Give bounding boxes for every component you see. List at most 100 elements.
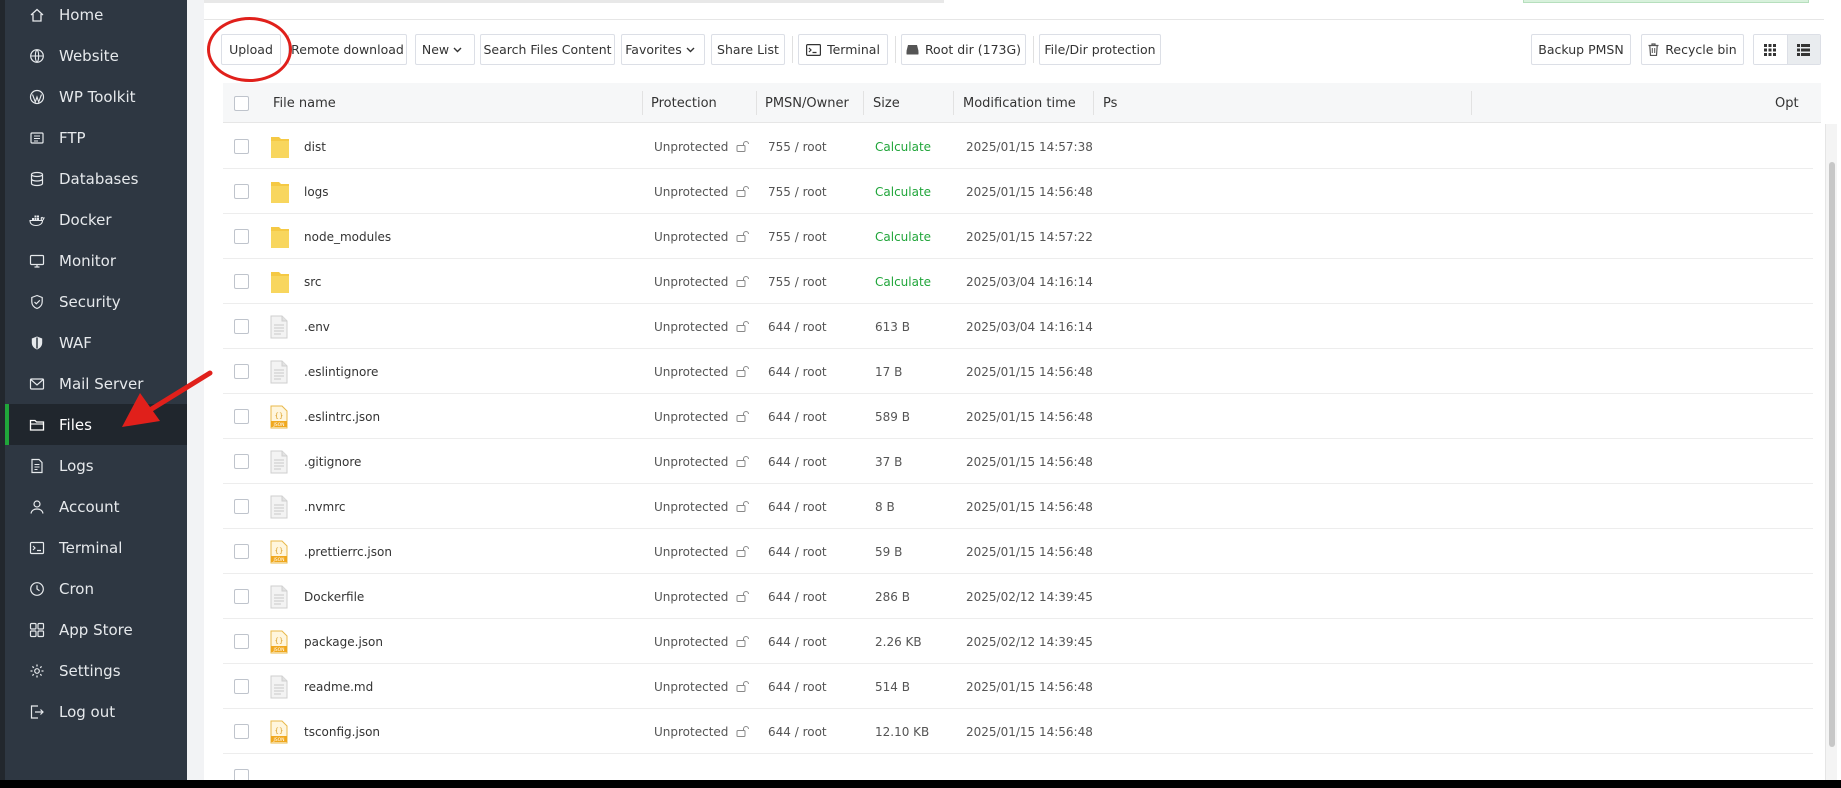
root-dir-button[interactable]: Root dir (173G): [901, 34, 1026, 65]
file-name-link[interactable]: tsconfig.json: [304, 709, 380, 754]
row-checkbox[interactable]: [234, 259, 249, 304]
sidebar-item-terminal[interactable]: Terminal: [5, 527, 187, 568]
table-row[interactable]: src Unprotected 755 / root Calculate 2025/03…: [223, 259, 1813, 304]
header-owner[interactable]: PMSN/Owner: [765, 83, 849, 123]
header-modification-time[interactable]: Modification time: [963, 83, 1076, 123]
file-name-link[interactable]: .nvmrc: [304, 484, 345, 529]
backup-button[interactable]: Backup PMSN: [1531, 34, 1631, 65]
table-row[interactable]: {} JSON package.json Unprotected 644 / root 2…: [223, 619, 1813, 664]
row-checkbox[interactable]: [234, 619, 249, 664]
permission-owner[interactable]: 644 / root: [768, 574, 827, 619]
sidebar-item-cron[interactable]: Cron: [5, 568, 187, 609]
permission-owner[interactable]: 644 / root: [768, 394, 827, 439]
file-name-link[interactable]: .gitignore: [304, 439, 361, 484]
terminal-button[interactable]: Terminal: [798, 34, 888, 65]
permission-owner[interactable]: 644 / root: [768, 529, 827, 574]
new-dropdown-button[interactable]: New: [415, 34, 475, 65]
protection-status[interactable]: Unprotected: [654, 259, 750, 304]
row-checkbox[interactable]: [234, 124, 249, 169]
sidebar-item-app-store[interactable]: App Store: [5, 609, 187, 650]
sidebar-item-monitor[interactable]: Monitor: [5, 240, 187, 281]
protection-status[interactable]: Unprotected: [654, 214, 750, 259]
row-checkbox[interactable]: [234, 439, 249, 484]
row-checkbox[interactable]: [234, 709, 249, 754]
sidebar-item-ftp[interactable]: FTP: [5, 117, 187, 158]
sidebar-item-files[interactable]: Files: [5, 404, 187, 445]
file-size[interactable]: Calculate: [875, 169, 931, 214]
row-checkbox[interactable]: [234, 169, 249, 214]
sidebar-item-account[interactable]: Account: [5, 486, 187, 527]
remote-download-button[interactable]: Remote download: [288, 34, 407, 65]
permission-owner[interactable]: 644 / root: [768, 304, 827, 349]
select-all-checkbox[interactable]: [234, 83, 249, 123]
sidebar-item-settings[interactable]: Settings: [5, 650, 187, 691]
file-name-link[interactable]: package.json: [304, 619, 383, 664]
header-size[interactable]: Size: [873, 83, 900, 123]
permission-owner[interactable]: 755 / root: [768, 259, 827, 304]
sidebar-item-website[interactable]: Website: [5, 35, 187, 76]
file-size[interactable]: Calculate: [875, 214, 931, 259]
path-bar[interactable]: [204, 0, 944, 3]
permission-owner[interactable]: 644 / root: [768, 484, 827, 529]
row-checkbox[interactable]: [234, 529, 249, 574]
table-row[interactable]: dist Unprotected 755 / root Calculate 2025/0…: [223, 124, 1813, 169]
table-row[interactable]: .nvmrc Unprotected 644 / root 8 B 2025/01/15…: [223, 484, 1813, 529]
table-row[interactable]: readme.md Unprotected 644 / root 514 B 2025/…: [223, 664, 1813, 709]
list-view-icon[interactable]: [1786, 35, 1820, 64]
permission-owner[interactable]: 755 / root: [768, 169, 827, 214]
protection-status[interactable]: Unprotected: [654, 169, 750, 214]
share-list-button[interactable]: Share List: [711, 34, 785, 65]
search-files-content-button[interactable]: Search Files Content: [480, 34, 615, 65]
scrollbar-thumb[interactable]: [1829, 162, 1835, 747]
file-name-link[interactable]: .prettierrc.json: [304, 529, 392, 574]
permission-owner[interactable]: 644 / root: [768, 709, 827, 754]
search-bar[interactable]: [1523, 0, 1809, 3]
row-checkbox[interactable]: [234, 394, 249, 439]
header-file-name[interactable]: File name: [273, 83, 336, 123]
protection-status[interactable]: Unprotected: [654, 124, 750, 169]
row-checkbox[interactable]: [234, 349, 249, 394]
sidebar-item-databases[interactable]: Databases: [5, 158, 187, 199]
file-name-link[interactable]: logs: [304, 169, 329, 214]
permission-owner[interactable]: 644 / root: [768, 664, 827, 709]
table-row[interactable]: node_modules Unprotected 755 / root Calcula…: [223, 214, 1813, 259]
row-checkbox[interactable]: [234, 664, 249, 709]
sidebar-item-log-out[interactable]: Log out: [5, 691, 187, 732]
protection-status[interactable]: Unprotected: [654, 439, 750, 484]
file-name-link[interactable]: src: [304, 259, 322, 304]
file-name-link[interactable]: node_modules: [304, 214, 391, 259]
grid-view-icon[interactable]: [1754, 35, 1787, 64]
sidebar-item-logs[interactable]: Logs: [5, 445, 187, 486]
file-size[interactable]: Calculate: [875, 124, 931, 169]
protection-status[interactable]: Unprotected: [654, 304, 750, 349]
sidebar-item-security[interactable]: Security: [5, 281, 187, 322]
row-checkbox[interactable]: [234, 484, 249, 529]
file-name-link[interactable]: .eslintrc.json: [304, 394, 380, 439]
table-row[interactable]: .env Unprotected 644 / root 613 B 2025/03/04…: [223, 304, 1813, 349]
table-row[interactable]: logs Unprotected 755 / root Calculate 2025/0…: [223, 169, 1813, 214]
protection-status[interactable]: Unprotected: [654, 574, 750, 619]
sidebar-item-docker[interactable]: Docker: [5, 199, 187, 240]
protection-status[interactable]: Unprotected: [654, 349, 750, 394]
file-name-link[interactable]: readme.md: [304, 664, 373, 709]
permission-owner[interactable]: 644 / root: [768, 619, 827, 664]
row-checkbox[interactable]: [234, 214, 249, 259]
table-row[interactable]: {} JSON .eslintrc.json Unprotected 644 / roo…: [223, 394, 1813, 439]
header-protection[interactable]: Protection: [651, 83, 717, 123]
row-checkbox[interactable]: [234, 304, 249, 349]
protection-status[interactable]: Unprotected: [654, 529, 750, 574]
protection-status[interactable]: Unprotected: [654, 619, 750, 664]
file-name-link[interactable]: Dockerfile: [304, 574, 364, 619]
file-dir-protection-button[interactable]: File/Dir protection: [1039, 34, 1161, 65]
permission-owner[interactable]: 644 / root: [768, 349, 827, 394]
protection-status[interactable]: Unprotected: [654, 484, 750, 529]
vertical-scrollbar[interactable]: [1825, 124, 1837, 780]
file-size[interactable]: Calculate: [875, 259, 931, 304]
sidebar-item-waf[interactable]: WAF: [5, 322, 187, 363]
protection-status[interactable]: Unprotected: [654, 394, 750, 439]
permission-owner[interactable]: 644 / root: [768, 439, 827, 484]
permission-owner[interactable]: 755 / root: [768, 214, 827, 259]
file-name-link[interactable]: .env: [304, 304, 330, 349]
row-checkbox[interactable]: [234, 754, 249, 780]
protection-status[interactable]: Unprotected: [654, 709, 750, 754]
